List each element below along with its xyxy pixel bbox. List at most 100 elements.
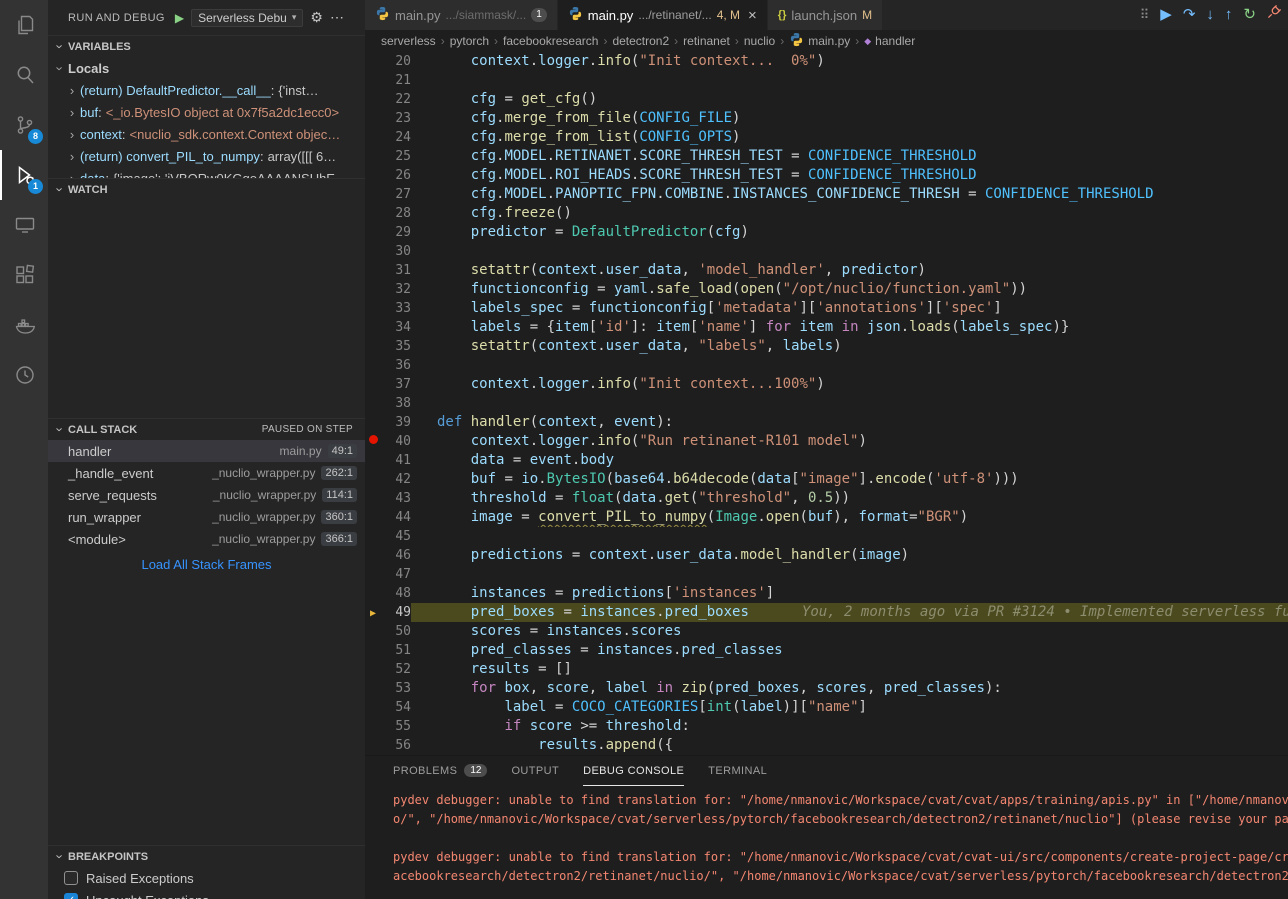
code-line-20[interactable]: 20 context.logger.info("Init context... … [365, 52, 1288, 71]
start-debugging-icon[interactable]: ▶ [175, 11, 184, 25]
gutter-breakpoint-area[interactable] [365, 128, 381, 147]
gutter-breakpoint-area[interactable] [365, 166, 381, 185]
gutter-breakpoint-area[interactable] [365, 185, 381, 204]
gutter-breakpoint-area[interactable] [365, 52, 381, 71]
code-line-34[interactable]: 34 labels = {item['id']: item['name'] fo… [365, 318, 1288, 337]
breakpoint-row-Raised-Exceptions[interactable]: Raised Exceptions [48, 867, 365, 889]
breadcrumb-item-main-py[interactable]: main.py [789, 32, 850, 50]
code-line-39[interactable]: 39def handler(context, event): [365, 413, 1288, 432]
variables-scope-locals[interactable]: › Locals [48, 57, 365, 79]
gutter-breakpoint-area[interactable] [365, 318, 381, 337]
gutter-breakpoint-area[interactable] [365, 109, 381, 128]
gutter-breakpoint-area[interactable] [365, 261, 381, 280]
breadcrumb-item-nuclio[interactable]: nuclio [744, 34, 775, 48]
breadcrumb-item-pytorch[interactable]: pytorch [450, 34, 489, 48]
gutter-breakpoint-area[interactable] [365, 147, 381, 166]
activity-item-docker[interactable] [0, 300, 48, 350]
editor-tab-0-main-py[interactable]: main.py.../siammask/...1 [365, 0, 558, 30]
code-line-44[interactable]: 44 image = convert_PIL_to_numpy(Image.op… [365, 508, 1288, 527]
more-actions-icon[interactable]: ⋯ [330, 9, 344, 26]
panel-tab-problems[interactable]: PROBLEMS12 [393, 756, 487, 786]
gutter-breakpoint-area[interactable] [365, 698, 381, 717]
call-stack-frame-_handle_event[interactable]: _handle_event_nuclio_wrapper.py262:1 [48, 462, 365, 484]
code-line-35[interactable]: 35 setattr(context.user_data, "labels", … [365, 337, 1288, 356]
code-line-22[interactable]: 22 cfg = get_cfg() [365, 90, 1288, 109]
code-line-47[interactable]: 47 [365, 565, 1288, 584]
breakpoints-section-header[interactable]: › BREAKPOINTS [48, 845, 365, 867]
gutter-breakpoint-area[interactable] [365, 280, 381, 299]
load-all-stack-frames-link[interactable]: Load All Stack Frames [48, 550, 365, 578]
code-line-53[interactable]: 53 for box, score, label in zip(pred_box… [365, 679, 1288, 698]
gutter-breakpoint-area[interactable] [365, 413, 381, 432]
variable-row[interactable]: ›(return) convert_PIL_to_numpy:array([[[… [48, 145, 365, 167]
breadcrumb-item-retinanet[interactable]: retinanet [683, 34, 730, 48]
panel-tab-debug-console[interactable]: DEBUG CONSOLE [583, 756, 684, 786]
variable-row[interactable]: ›(return) DefaultPredictor.__call__:{'in… [48, 79, 365, 101]
gutter-breakpoint-area[interactable] [365, 717, 381, 736]
gutter-breakpoint-area[interactable] [365, 375, 381, 394]
gutter-breakpoint-area[interactable] [365, 565, 381, 584]
breadcrumb-item-facebookresearch[interactable]: facebookresearch [503, 34, 598, 48]
gutter-breakpoint-area[interactable] [365, 622, 381, 641]
gutter-breakpoint-area[interactable] [365, 394, 381, 413]
step-into-icon[interactable]: ↓ [1206, 3, 1214, 27]
code-line-24[interactable]: 24 cfg.merge_from_list(CONFIG_OPTS) [365, 128, 1288, 147]
code-line-54[interactable]: 54 label = COCO_CATEGORIES[int(label)]["… [365, 698, 1288, 717]
code-line-56[interactable]: 56 results.append({ [365, 736, 1288, 755]
variables-section-header[interactable]: › VARIABLES [48, 35, 365, 57]
code-line-26[interactable]: 26 cfg.MODEL.ROI_HEADS.SCORE_THRESH_TEST… [365, 166, 1288, 185]
code-editor[interactable]: 20 context.logger.info("Init context... … [365, 52, 1288, 755]
activity-item-search[interactable] [0, 50, 48, 100]
code-line-37[interactable]: 37 context.logger.info("Init context...1… [365, 375, 1288, 394]
code-line-49[interactable]: ▶49 pred_boxes = instances.pred_boxesYou… [365, 603, 1288, 622]
code-line-50[interactable]: 50 scores = instances.scores [365, 622, 1288, 641]
code-line-42[interactable]: 42 buf = io.BytesIO(base64.b64decode(dat… [365, 470, 1288, 489]
step-over-icon[interactable]: ↷ [1183, 3, 1196, 27]
code-line-45[interactable]: 45 [365, 527, 1288, 546]
code-line-28[interactable]: 28 cfg.freeze() [365, 204, 1288, 223]
activity-item-source-control[interactable]: 8 [0, 100, 48, 150]
gutter-breakpoint-area[interactable] [365, 489, 381, 508]
activity-item-run-and-debug[interactable]: 1 [0, 150, 48, 200]
code-line-23[interactable]: 23 cfg.merge_from_file(CONFIG_FILE) [365, 109, 1288, 128]
gutter-breakpoint-area[interactable] [365, 204, 381, 223]
gutter-breakpoint-area[interactable] [365, 508, 381, 527]
gutter-breakpoint-area[interactable] [365, 71, 381, 90]
code-line-40[interactable]: 40 context.logger.info("Run retinanet-R1… [365, 432, 1288, 451]
activity-item-extensions[interactable] [0, 250, 48, 300]
code-line-52[interactable]: 52 results = [] [365, 660, 1288, 679]
debug-console-output[interactable]: pydev debugger: unable to find translati… [365, 786, 1288, 899]
gutter-breakpoint-area[interactable] [365, 242, 381, 261]
breadcrumb-item-serverless[interactable]: serverless [381, 34, 436, 48]
checkbox-checked[interactable]: ✓ [64, 893, 78, 899]
editor-tab-1-main-py[interactable]: main.py.../retinanet/...4, M× [558, 0, 768, 30]
panel-tab-output[interactable]: OUTPUT [511, 756, 559, 786]
code-line-33[interactable]: 33 labels_spec = functionconfig['metadat… [365, 299, 1288, 318]
gutter-breakpoint-area[interactable] [365, 641, 381, 660]
code-line-51[interactable]: 51 pred_classes = instances.pred_classes [365, 641, 1288, 660]
gutter-breakpoint-area[interactable] [365, 660, 381, 679]
breakpoint-row-Uncaught-Exceptions[interactable]: ✓Uncaught Exceptions [48, 889, 365, 899]
gutter-breakpoint-area[interactable] [365, 223, 381, 242]
editor-tab-2-launch-json[interactable]: {}launch.jsonM [768, 0, 883, 30]
gutter-breakpoint-area[interactable] [365, 337, 381, 356]
checkbox-unchecked[interactable] [64, 871, 78, 885]
code-line-25[interactable]: 25 cfg.MODEL.RETINANET.SCORE_THRESH_TEST… [365, 147, 1288, 166]
code-line-41[interactable]: 41 data = event.body [365, 451, 1288, 470]
continue-icon[interactable]: ▶ [1160, 3, 1172, 27]
code-line-36[interactable]: 36 [365, 356, 1288, 375]
gear-icon[interactable]: ⚙ [310, 9, 323, 26]
gutter-breakpoint-area[interactable] [365, 299, 381, 318]
call-stack-frame-serve_requests[interactable]: serve_requests_nuclio_wrapper.py114:1 [48, 484, 365, 506]
code-line-38[interactable]: 38 [365, 394, 1288, 413]
call-stack-frame-run_wrapper[interactable]: run_wrapper_nuclio_wrapper.py360:1 [48, 506, 365, 528]
gutter-breakpoint-area[interactable] [365, 470, 381, 489]
code-line-29[interactable]: 29 predictor = DefaultPredictor(cfg) [365, 223, 1288, 242]
close-tab-icon[interactable]: × [748, 7, 757, 24]
code-line-48[interactable]: 48 instances = predictions['instances'] [365, 584, 1288, 603]
variable-row[interactable]: ›data:{'image': 'iVBORw0KGgoAAAANSUhE… [48, 167, 365, 178]
code-line-31[interactable]: 31 setattr(context.user_data, 'model_han… [365, 261, 1288, 280]
call-stack-frame-handler[interactable]: handlermain.py49:1 [48, 440, 365, 462]
panel-tab-terminal[interactable]: TERMINAL [708, 756, 767, 786]
code-line-46[interactable]: 46 predictions = context.user_data.model… [365, 546, 1288, 565]
